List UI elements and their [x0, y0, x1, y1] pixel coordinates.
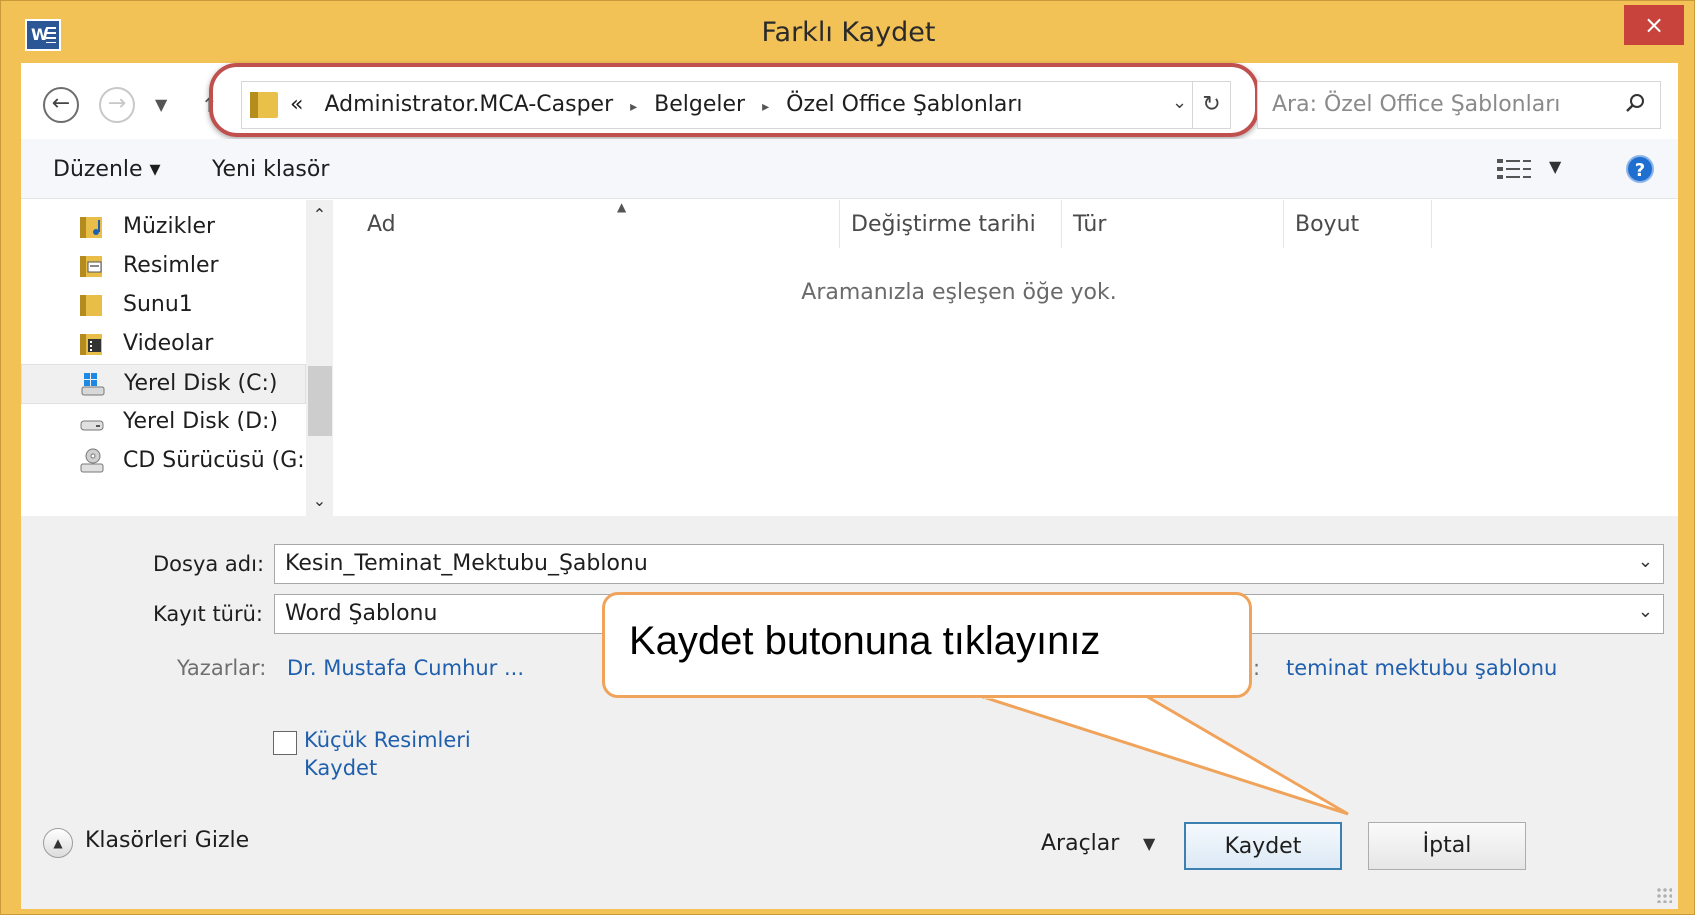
file-list[interactable]: ▲ Ad Değiştirme tarihi Tür Boyut Aramanı…: [339, 200, 1678, 516]
chevron-up-icon: ▲: [43, 828, 73, 858]
navigation-pane: Müzikler Resimler Sunu1 Videolar Yerel D…: [21, 200, 333, 516]
scroll-up-icon[interactable]: ⌃: [306, 200, 333, 230]
filename-field[interactable]: Kesin_Teminat_Mektubu_Şablonu ⌄: [274, 544, 1664, 584]
tools-button[interactable]: Araçlar: [1041, 831, 1119, 856]
navigation-bar: ← → ▼ ↑ « Administrator.MCA-Casper ▸ Bel…: [21, 63, 1678, 139]
hide-folders-label: Klasörleri Gizle: [85, 828, 250, 853]
sidebar-item-label: Sunu1: [123, 292, 193, 317]
back-button[interactable]: ←: [43, 87, 79, 123]
view-options-icon[interactable]: [1497, 157, 1533, 183]
sidebar-item-yerel-disk-d[interactable]: Yerel Disk (D:): [21, 403, 306, 443]
authors-label: Yazarlar:: [177, 656, 267, 680]
tools-dropdown-icon[interactable]: ▼: [1143, 834, 1155, 853]
column-header-type[interactable]: Tür: [1073, 212, 1106, 237]
new-folder-button[interactable]: Yeni klasör: [212, 157, 329, 182]
search-box[interactable]: Ara: Özel Office Şablonları: [1257, 81, 1661, 129]
recent-locations-dropdown[interactable]: ▼: [155, 87, 167, 123]
filename-label: Dosya adı:: [153, 552, 265, 576]
filename-input[interactable]: Kesin_Teminat_Mektubu_Şablonu: [285, 551, 648, 576]
tags-label: :: [1253, 656, 1261, 680]
sidebar-item-label: CD Sürücüsü (G:): [123, 448, 314, 473]
instruction-callout: Kaydet butonuna tıklayınız: [602, 592, 1252, 698]
column-divider[interactable]: [1061, 200, 1062, 248]
resize-grip[interactable]: [1656, 887, 1672, 903]
save-thumbnail-checkbox[interactable]: [273, 731, 297, 755]
view-options-dropdown[interactable]: ▼: [1549, 157, 1561, 176]
search-icon[interactable]: [1624, 92, 1646, 114]
column-header-size[interactable]: Boyut: [1295, 212, 1359, 237]
sidebar-item-label: Müzikler: [123, 214, 216, 239]
navigation-scrollbar[interactable]: ⌃ ⌄: [306, 200, 333, 516]
filetype-value: Word Şablonu: [285, 601, 438, 626]
column-header-modified[interactable]: Değiştirme tarihi: [851, 212, 1036, 237]
pictures-folder-icon: [80, 256, 102, 277]
close-button[interactable]: ×: [1624, 5, 1684, 45]
help-icon[interactable]: ?: [1626, 155, 1654, 183]
address-highlight-outline: [209, 63, 1259, 137]
scroll-thumb[interactable]: [308, 366, 332, 436]
sidebar-item-label: Resimler: [123, 253, 219, 278]
save-options-panel: Dosya adı: Kesin_Teminat_Mektubu_Şablonu…: [21, 516, 1678, 909]
search-input[interactable]: Ara: Özel Office Şablonları: [1272, 92, 1560, 117]
sidebar-item-muzikler[interactable]: Müzikler: [21, 208, 306, 248]
sidebar-item-sunu1[interactable]: Sunu1: [21, 286, 306, 326]
dialog-client-area: ← → ▼ ↑ « Administrator.MCA-Casper ▸ Bel…: [21, 63, 1678, 909]
callout-text: Kaydet butonuna tıklayınız: [629, 619, 1101, 663]
sidebar-item-videolar[interactable]: Videolar: [21, 325, 306, 365]
scroll-down-icon[interactable]: ⌄: [306, 486, 333, 516]
forward-button[interactable]: →: [99, 87, 135, 123]
sidebar-item-label: Yerel Disk (C:): [124, 371, 278, 396]
window-title: Farklı Kaydet: [761, 17, 936, 48]
sidebar-item-yerel-disk-c[interactable]: Yerel Disk (C:): [21, 364, 306, 404]
title-bar[interactable]: W Farklı Kaydet ×: [1, 1, 1695, 63]
drive-icon: [80, 420, 104, 431]
organize-button[interactable]: Düzenle ▾: [53, 157, 161, 182]
column-header-name[interactable]: Ad: [367, 212, 396, 237]
save-thumbnail-label[interactable]: Küçük Resimleri Kaydet: [304, 726, 504, 782]
music-folder-icon: [80, 217, 102, 238]
column-divider[interactable]: [1431, 200, 1432, 248]
sidebar-item-resimler[interactable]: Resimler: [21, 247, 306, 287]
tags-value[interactable]: teminat mektubu şablonu: [1286, 656, 1557, 680]
column-divider[interactable]: [1283, 200, 1284, 248]
videos-folder-icon: [80, 334, 102, 355]
filetype-label: Kayıt türü:: [153, 602, 264, 626]
save-as-dialog: W Farklı Kaydet × ← → ▼ ↑ « Administrato…: [0, 0, 1695, 915]
sidebar-item-label: Yerel Disk (D:): [123, 409, 279, 434]
sidebar-item-label: Videolar: [123, 331, 214, 356]
save-button[interactable]: Kaydet: [1184, 822, 1342, 870]
empty-results-message: Aramanızla eşleşen öğe yok.: [801, 280, 1117, 305]
cd-drive-icon: [80, 448, 104, 473]
chevron-down-icon[interactable]: ⌄: [1638, 601, 1653, 622]
sort-ascending-icon: ▲: [617, 200, 627, 214]
command-bar: Düzenle ▾ Yeni klasör ▼ ?: [21, 139, 1678, 199]
chevron-down-icon[interactable]: ⌄: [1638, 551, 1653, 572]
folder-icon: [80, 295, 102, 316]
authors-value[interactable]: Dr. Mustafa Cumhur ...: [287, 656, 524, 680]
column-divider[interactable]: [839, 200, 840, 248]
cancel-button[interactable]: İptal: [1368, 822, 1526, 870]
sidebar-item-cd-surucusu[interactable]: CD Sürücüsü (G:): [21, 442, 313, 482]
system-drive-icon: [81, 373, 105, 396]
